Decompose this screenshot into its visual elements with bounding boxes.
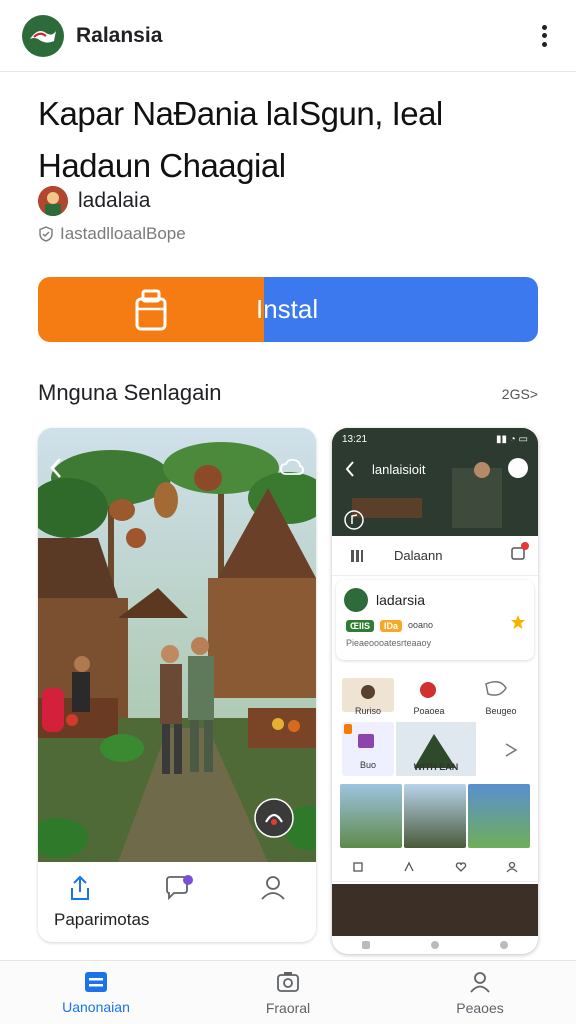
- heart-icon[interactable]: [455, 861, 467, 873]
- star-icon[interactable]: [510, 614, 526, 630]
- phone-back-icon[interactable]: [344, 460, 356, 478]
- tag-2: IDa: [380, 620, 403, 632]
- nav-item-apps[interactable]: Uanonaian: [0, 961, 192, 1024]
- phone-bottom-dot-1[interactable]: [362, 941, 371, 949]
- developer-name: ladalaia: [78, 189, 151, 212]
- apps-icon: [85, 971, 107, 992]
- phone-header-title: lanlaisioit: [372, 462, 426, 477]
- back-chevron-icon[interactable]: [48, 456, 64, 480]
- phone-bottom-nav: [332, 936, 538, 954]
- notification-icon[interactable]: [510, 542, 529, 566]
- tile-label-4[interactable]: Buo: [348, 760, 388, 770]
- tile-label-5[interactable]: WITH EAN: [402, 762, 470, 772]
- nav-label-camera: Fraoral: [265, 999, 311, 1016]
- app-logo[interactable]: [22, 14, 64, 57]
- user-icon[interactable]: [260, 874, 286, 902]
- install-label: Instal: [256, 294, 319, 324]
- photo-2[interactable]: [404, 784, 466, 848]
- install-button-icon-area: [38, 277, 264, 342]
- screenshots-title: Mnguna Senlagain: [38, 380, 222, 405]
- tile-label-2[interactable]: Poaoea: [406, 706, 452, 716]
- top-bar: Ralansia: [0, 0, 576, 72]
- app-title-line1: Kapar NaÐania laISgun, Ieal: [38, 95, 443, 132]
- nav-label-apps: Uanonaian: [62, 998, 130, 1015]
- phone-search-bar[interactable]: Dalaann: [332, 536, 538, 576]
- photo-3[interactable]: [468, 784, 530, 848]
- phone-bottom-dot-2[interactable]: [430, 941, 439, 949]
- install-button[interactable]: Instal: [38, 277, 538, 342]
- tile-label-3[interactable]: Beugeo: [476, 706, 526, 716]
- package-icon: [135, 289, 167, 330]
- tile-label-1[interactable]: Ruriso: [346, 706, 390, 716]
- phone-nav-row: [332, 852, 538, 882]
- village-market-image: [38, 428, 316, 862]
- nav-item-camera[interactable]: Fraoral: [192, 961, 384, 1024]
- tag-1: ŒIIS: [346, 620, 375, 632]
- logo-icon: [30, 30, 56, 43]
- phone-photo-strip: [340, 784, 530, 848]
- phone-time: 13:21: [342, 434, 368, 445]
- install-button-label-area: Instal: [256, 277, 538, 342]
- shield-check-icon: [39, 226, 53, 242]
- camera-icon: [277, 971, 299, 992]
- phone-user-icon[interactable]: [506, 861, 518, 873]
- screenshot-card-1[interactable]: Paparimotas: [38, 428, 316, 942]
- tag-text: ooano: [408, 620, 434, 630]
- nav-label-people: Peaoes: [456, 999, 504, 1016]
- photo-1[interactable]: [340, 784, 402, 848]
- card-bottom-label: Paparimotas: [54, 910, 150, 929]
- app-name: Ralansia: [76, 23, 163, 47]
- phone-status-icons: ▮▮ ◔ ▭: [495, 434, 528, 445]
- screenshots-more-link[interactable]: 2GS>: [502, 386, 538, 402]
- verified-text: IastadlloaalBope: [60, 224, 186, 243]
- verified-row: IastadlloaalBope: [38, 224, 186, 244]
- phone-profile-avatar: [344, 588, 368, 612]
- share-icon[interactable]: [68, 874, 92, 902]
- grid-icon[interactable]: [350, 549, 364, 563]
- card-bottom-bar: Paparimotas: [38, 862, 316, 942]
- chat-icon[interactable]: [164, 874, 194, 902]
- phone-search-text: Dalaann: [394, 548, 443, 563]
- app-title: Kapar NaÐania laISgun, Ieal Hadaun Chaag…: [38, 88, 538, 192]
- phone-profile-card[interactable]: ladarsia ŒIIS IDa ooano Pieaeoooatesrtea…: [336, 580, 534, 660]
- phone-profile-name: ladarsia: [376, 592, 426, 608]
- phone-avatar[interactable]: [508, 458, 528, 478]
- more-options-icon[interactable]: [534, 21, 554, 51]
- screenshot-card-2[interactable]: 13:21 ▮▮ ◔ ▭ lanlaisioit Dalaann ladarsi…: [332, 428, 538, 954]
- phone-bottom-image: [332, 884, 538, 936]
- person-icon: [470, 971, 490, 993]
- phone-nav-icon-1[interactable]: [352, 861, 364, 873]
- app-store-page: Ralansia Kapar NaÐania laISgun, Ieal Had…: [0, 0, 576, 1024]
- phone-nav-icon-2[interactable]: [403, 861, 415, 873]
- phone-tag-row: ŒIIS IDa ooano: [346, 620, 433, 632]
- phone-bottom-dot-3[interactable]: [499, 941, 508, 949]
- phone-profile-desc: Pieaeoooatesrteaaoy: [346, 638, 432, 648]
- app-title-line2: Hadaun Chaagial: [38, 147, 286, 184]
- bottom-navigation: Uanonaian Fraoral Peaoes: [0, 960, 576, 1024]
- cloud-icon[interactable]: [280, 458, 304, 476]
- developer-row[interactable]: ladalaia: [38, 186, 150, 216]
- music-icon[interactable]: [344, 510, 364, 530]
- action-button-icon[interactable]: [254, 798, 294, 838]
- nav-item-people[interactable]: Peaoes: [384, 961, 576, 1024]
- developer-avatar: [38, 186, 68, 216]
